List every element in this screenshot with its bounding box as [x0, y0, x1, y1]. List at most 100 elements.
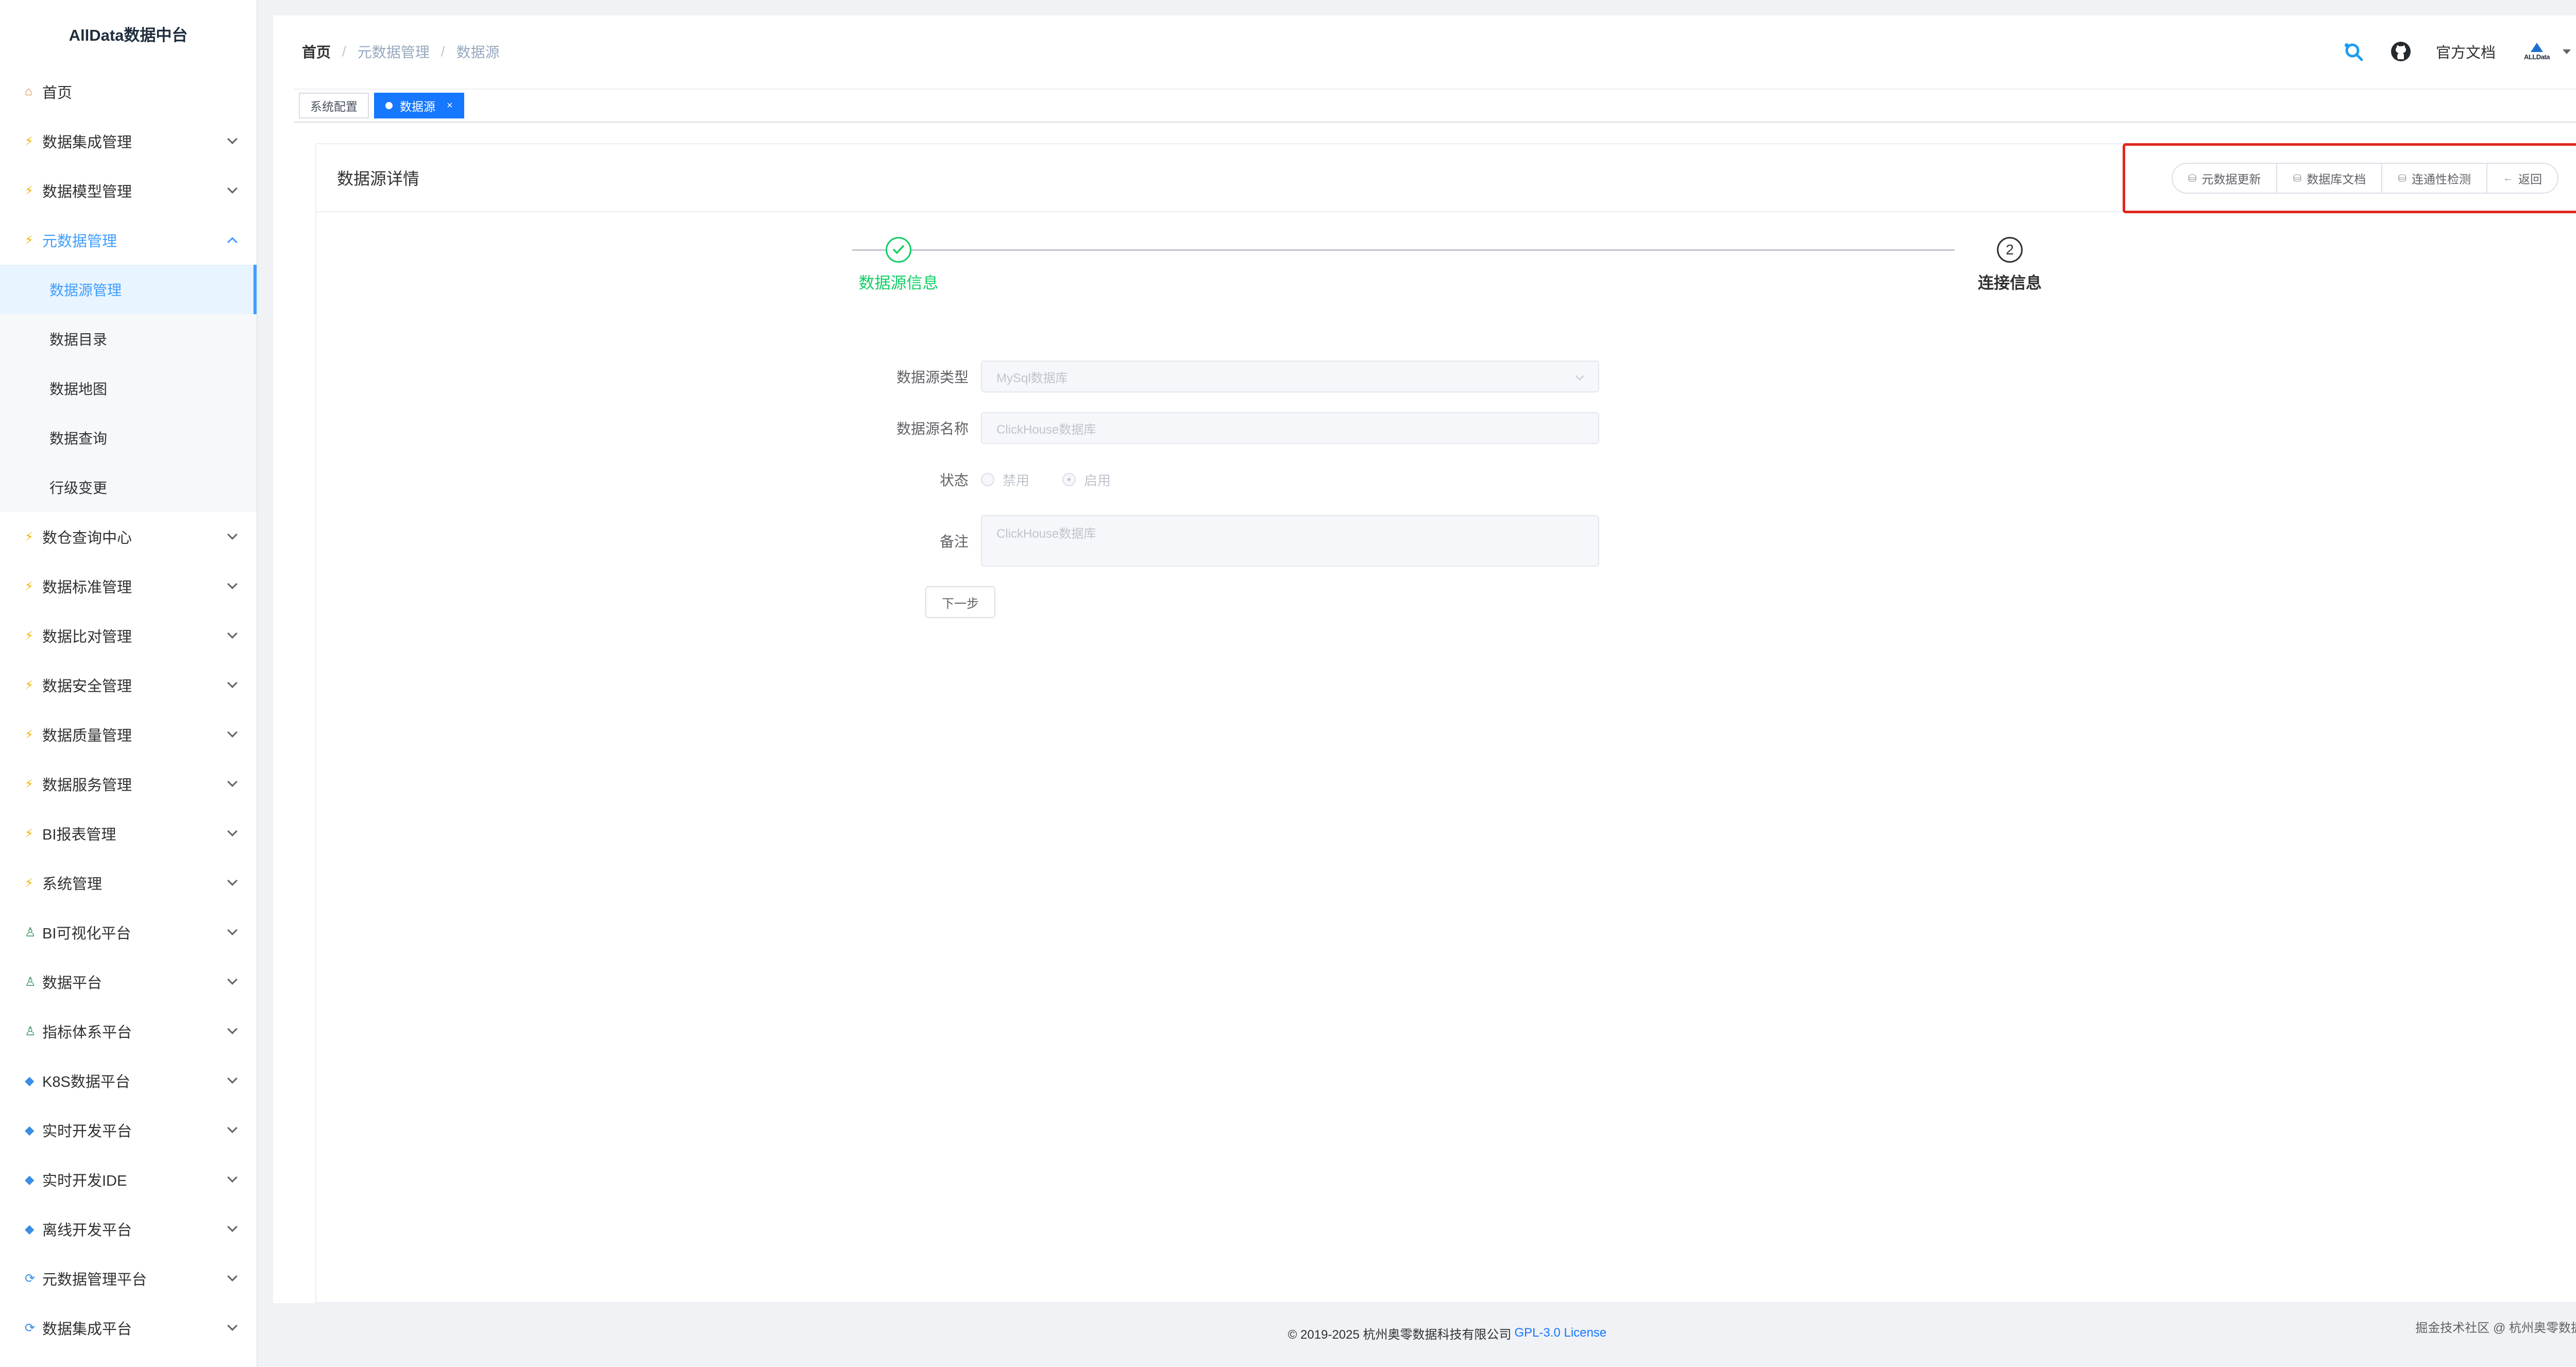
step-datasource-info[interactable]: 数据源信息 [821, 237, 976, 293]
status-radio-disabled[interactable]: 禁用 [981, 470, 1029, 489]
lightning-icon: ⚡ [25, 727, 33, 742]
name-label: 数据源名称 [896, 421, 969, 437]
check-icon [886, 237, 911, 263]
next-step-button[interactable]: 下一步 [925, 586, 995, 618]
chevron-down-icon [227, 1222, 238, 1232]
datasource-type-select[interactable]: MySql数据库 [981, 361, 1599, 392]
github-icon[interactable] [2388, 39, 2413, 64]
datasource-detail-card: 数据源详情 ⛁ 元数据更新 ⛁ 数据库文档 ⛁ 连通性检测 ← 返回 数据源信息… [315, 143, 2576, 1303]
app-logo-title[interactable]: AllData数据中台 [0, 0, 257, 67]
close-icon[interactable]: × [447, 100, 453, 112]
chevron-down-icon [227, 777, 238, 787]
navbar: 首页 / 元数据管理 / 数据源 官方文档 ALLData [273, 15, 2576, 88]
database-icon: ⛁ [2188, 173, 2197, 184]
caret-down-icon[interactable] [2563, 49, 2571, 54]
breadcrumb-home[interactable]: 首页 [302, 41, 331, 62]
sidebar-item-realtime-ide[interactable]: ◆ 实时开发IDE [0, 1155, 257, 1204]
sidebar-item-data-platform[interactable]: ♙ 数据平台 [0, 957, 257, 1006]
sidebar-item-label: 实时开发IDE [42, 1173, 127, 1189]
radio-label: 禁用 [1003, 472, 1030, 488]
status-radio-enabled[interactable]: 启用 [1062, 470, 1111, 489]
cycle-icon: ⟳ [25, 1271, 36, 1286]
chevron-down-icon [227, 826, 238, 836]
sidebar-item-metadata[interactable]: ⚡ 元数据管理 [0, 215, 257, 265]
sidebar-subitem-query[interactable]: 数据查询 [0, 413, 257, 463]
sidebar-item-warehouse-query[interactable]: ⚡ 数仓查询中心 [0, 512, 257, 561]
database-doc-button[interactable]: ⛁ 数据库文档 [2277, 164, 2383, 193]
avatar-logo-icon [2531, 42, 2543, 52]
step-connection-info[interactable]: 2 连接信息 [1933, 237, 2087, 293]
sidebar-item-label: 数据比对管理 [42, 629, 132, 645]
sidebar-item-label: 元数据管理 [42, 233, 117, 250]
sidebar-item-data-integration[interactable]: ⚡ 数据集成管理 [0, 116, 257, 166]
sidebar-subitem-row-change[interactable]: 行级变更 [0, 463, 257, 512]
search-icon[interactable] [2341, 39, 2366, 64]
user-menu[interactable]: ALLData [2518, 39, 2571, 64]
sidebar-item-data-security[interactable]: ⚡ 数据安全管理 [0, 660, 257, 710]
action-button-group: ⛁ 元数据更新 ⛁ 数据库文档 ⛁ 连通性检测 ← 返回 [2171, 163, 2558, 194]
connectivity-test-button[interactable]: ⛁ 连通性检测 [2382, 164, 2487, 193]
sidebar-item-home[interactable]: ⌂ 首页 [0, 67, 257, 116]
sidebar-item-bi-visual[interactable]: ♙ BI可视化平台 [0, 908, 257, 957]
chevron-down-icon [227, 876, 238, 886]
person-icon: ♙ [25, 975, 36, 989]
chevron-down-icon [227, 134, 238, 144]
docs-link[interactable]: 官方文档 [2436, 41, 2496, 62]
form-row-status: 状态 禁用 启用 [883, 464, 1604, 495]
form-row-remark: 备注 ClickHouse数据库 [883, 515, 1604, 567]
sidebar-item-k8s[interactable]: ◆ K8S数据平台 [0, 1056, 257, 1105]
chevron-down-icon [1575, 371, 1584, 381]
chevron-down-icon [227, 1321, 238, 1331]
diamond-icon: ◆ [25, 1172, 35, 1187]
cycle-icon: ⟳ [25, 1321, 36, 1335]
arrow-left-icon: ← [2503, 172, 2513, 184]
step-title: 连接信息 [1978, 274, 2042, 292]
sidebar-item-offline-dev[interactable]: ◆ 离线开发平台 [0, 1204, 257, 1254]
remark-textarea[interactable]: ClickHouse数据库 [981, 515, 1599, 567]
sidebar-item-label: 数仓查询中心 [42, 530, 132, 546]
sidebar-item-label: BI可视化平台 [42, 926, 131, 942]
sidebar-item-data-standard[interactable]: ⚡ 数据标准管理 [0, 561, 257, 611]
button-label: 数据库文档 [2307, 173, 2366, 186]
sidebar-item-metrics[interactable]: ♙ 指标体系平台 [0, 1006, 257, 1056]
step-connector [852, 249, 1955, 251]
footer: © 2019-2025 杭州奥零数据科技有限公司 GPL-3.0 License [258, 1308, 2576, 1358]
sidebar-item-label: 首页 [42, 85, 73, 101]
textarea-value: ClickHouse数据库 [996, 527, 1096, 541]
breadcrumb: 首页 / 元数据管理 / 数据源 [302, 41, 500, 62]
sidebar-item-realtime-dev[interactable]: ◆ 实时开发平台 [0, 1105, 257, 1155]
sidebar-item-integration-platform[interactable]: ⟳ 数据集成平台 [0, 1303, 257, 1353]
sidebar-subitem-datasource[interactable]: 数据源管理 [0, 265, 257, 314]
avatar[interactable]: ALLData [2518, 39, 2555, 64]
tags-view: 系统配置 数据源 × [294, 89, 2576, 123]
sidebar-item-data-model[interactable]: ⚡ 数据模型管理 [0, 166, 257, 215]
lightning-icon: ⚡ [25, 876, 33, 890]
lightning-icon: ⚡ [25, 777, 33, 791]
sidebar-subitem-map[interactable]: 数据地图 [0, 364, 257, 413]
form-row-name: 数据源名称 ClickHouse数据库 [883, 412, 1604, 444]
remark-label: 备注 [939, 534, 969, 550]
sidebar-subitem-catalog[interactable]: 数据目录 [0, 314, 257, 364]
sidebar-item-data-compare[interactable]: ⚡ 数据比对管理 [0, 611, 257, 660]
metadata-update-button[interactable]: ⛁ 元数据更新 [2173, 164, 2278, 193]
tag-label: 数据源 [400, 100, 435, 113]
sidebar-item-data-quality[interactable]: ⚡ 数据质量管理 [0, 710, 257, 759]
sidebar-item-metadata-platform[interactable]: ⟳ 元数据管理平台 [0, 1254, 257, 1303]
person-icon: ♙ [25, 925, 36, 939]
sidebar-item-data-service[interactable]: ⚡ 数据服务管理 [0, 759, 257, 809]
datasource-form: 数据源类型 MySql数据库 数据源名称 ClickHouse数据库 状态 禁用… [883, 361, 1604, 618]
back-button[interactable]: ← 返回 [2487, 164, 2557, 193]
chevron-up-icon [227, 237, 238, 247]
lightning-icon: ⚡ [25, 134, 33, 148]
chevron-down-icon [227, 628, 238, 639]
license-link[interactable]: GPL-3.0 License [1515, 1326, 1607, 1340]
tag-datasource[interactable]: 数据源 × [374, 93, 464, 118]
button-label: 连通性检测 [2412, 173, 2471, 186]
datasource-name-input[interactable]: ClickHouse数据库 [981, 412, 1599, 444]
sidebar-item-bi-report[interactable]: ⚡ BI报表管理 [0, 809, 257, 858]
chevron-down-icon [227, 1024, 238, 1034]
database-icon: ⛁ [2398, 173, 2406, 184]
sidebar-item-system[interactable]: ⚡ 系统管理 [0, 858, 257, 908]
chevron-down-icon [227, 183, 238, 194]
tag-system-config[interactable]: 系统配置 [299, 93, 369, 118]
